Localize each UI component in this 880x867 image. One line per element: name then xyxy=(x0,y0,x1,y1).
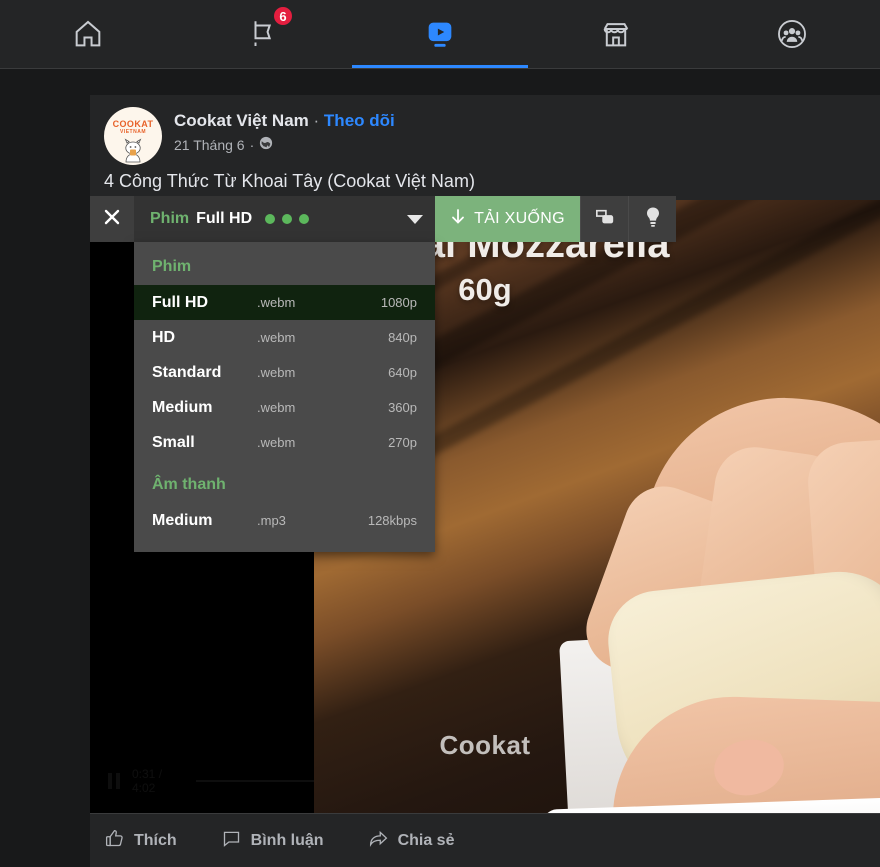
video-watermark: Cookat xyxy=(439,730,531,760)
post-meta: Cookat Việt Nam · Theo dõi 21 Tháng 6 · xyxy=(174,107,395,167)
feed-area: COOKAT VIETNAM Cookat Việt Nam · Theo dõ… xyxy=(0,69,880,867)
menu-item-value: 640p xyxy=(388,365,417,380)
post-text: 4 Công Thức Từ Khoai Tây (Cookat Việt Na… xyxy=(104,171,475,191)
menu-item-format: .webm xyxy=(257,435,296,450)
post-author-name[interactable]: Cookat Việt Nam xyxy=(174,111,309,130)
globe-icon xyxy=(259,134,273,156)
post-author-row: Cookat Việt Nam · Theo dõi xyxy=(174,110,395,132)
video-play-icon xyxy=(423,17,457,51)
pause-icon[interactable] xyxy=(108,773,120,789)
post-subline: 21 Tháng 6 · xyxy=(174,134,395,156)
menu-item-value: 1080p xyxy=(380,295,417,310)
menu-item-standard[interactable]: Standard .webm 640p xyxy=(134,355,435,390)
popup-window-button[interactable] xyxy=(580,196,628,242)
avatar[interactable]: COOKAT VIETNAM xyxy=(104,107,162,165)
downloader-toolbar: Phim Full HD TẢI XUỐNG xyxy=(90,196,676,242)
nav-tab-groups[interactable] xyxy=(704,0,880,68)
menu-item-format: .webm xyxy=(257,330,296,345)
quality-current-label: Full HD xyxy=(196,210,253,227)
close-icon xyxy=(102,207,122,232)
menu-item-medium-video[interactable]: Medium .webm 360p xyxy=(134,390,435,425)
menu-item-label: Small xyxy=(152,433,195,451)
author-separator: · xyxy=(313,111,320,130)
share-arrow-icon xyxy=(368,828,389,854)
avatar-brand-line2: VIETNAM xyxy=(120,129,146,135)
nav-tab-home[interactable] xyxy=(0,0,176,68)
menu-item-value: 128kbps xyxy=(367,513,417,528)
menu-item-hd[interactable]: HD .webm 840p xyxy=(134,320,435,355)
nav-tab-video[interactable] xyxy=(352,0,528,68)
menu-item-label: Standard xyxy=(152,363,222,381)
quality-dots-indicator xyxy=(265,214,310,224)
video-time: 0:31 / 4:02 xyxy=(132,767,163,795)
menu-item-format: .mp3 xyxy=(257,513,286,528)
menu-item-full-hd[interactable]: Full HD .webm 1080p xyxy=(134,285,435,320)
groups-icon xyxy=(775,17,809,51)
menu-group-video: Phim xyxy=(152,258,192,275)
nav-tab-flag[interactable]: 6 xyxy=(176,0,352,68)
comment-icon xyxy=(221,828,242,854)
download-arrow-icon xyxy=(450,208,466,231)
quality-select[interactable]: Phim Full HD xyxy=(134,196,435,242)
menu-item-value: 840p xyxy=(388,330,417,345)
menu-item-label: Medium xyxy=(152,398,213,416)
notification-badge: 6 xyxy=(272,5,294,27)
subline-separator: · xyxy=(249,137,255,153)
lightbulb-icon xyxy=(644,206,662,233)
post-action-bar: Thích Bình luận Chia sẻ xyxy=(90,813,880,867)
top-navigation-bar: 6 xyxy=(0,0,880,69)
download-button[interactable]: TẢI XUỐNG xyxy=(435,196,580,242)
comment-label: Bình luận xyxy=(250,831,324,849)
share-label: Chia sẻ xyxy=(397,831,455,849)
popup-window-icon xyxy=(594,207,616,232)
quality-kind-label: Phim xyxy=(150,210,190,227)
share-button[interactable]: Chia sẻ xyxy=(368,828,455,854)
menu-item-format: .webm xyxy=(257,365,296,380)
cookat-cat-logo xyxy=(118,137,148,165)
like-button[interactable]: Thích xyxy=(104,828,177,854)
tips-button[interactable] xyxy=(628,196,676,242)
nav-tab-marketplace[interactable] xyxy=(528,0,704,68)
chevron-down-icon[interactable] xyxy=(407,214,423,224)
menu-item-label: Full HD xyxy=(152,293,208,311)
follow-link[interactable]: Theo dõi xyxy=(324,111,395,130)
thumbs-up-icon xyxy=(104,828,125,854)
menu-item-format: .webm xyxy=(257,295,296,310)
post-date[interactable]: 21 Tháng 6 xyxy=(174,134,245,156)
storefront-icon xyxy=(599,17,633,51)
avatar-brand-line1: COOKAT xyxy=(112,119,154,129)
comment-button[interactable]: Bình luận xyxy=(221,828,324,854)
menu-item-format: .webm xyxy=(257,400,296,415)
post-header: COOKAT VIETNAM Cookat Việt Nam · Theo dõ… xyxy=(90,95,880,167)
quality-dropdown-menu: Phim Full HD .webm 1080p HD .webm 840p S… xyxy=(134,242,435,552)
menu-item-value: 360p xyxy=(388,400,417,415)
home-icon xyxy=(71,17,105,51)
download-label: TẢI XUỐNG xyxy=(474,210,565,227)
menu-item-label: HD xyxy=(152,328,176,346)
menu-item-value: 270p xyxy=(388,435,417,450)
video-progress-bar[interactable] xyxy=(195,780,314,782)
video-controls[interactable]: 0:31 / 4:02 xyxy=(108,767,314,795)
menu-item-label: Medium xyxy=(152,511,213,529)
menu-group-audio: Âm thanh xyxy=(152,476,226,493)
like-label: Thích xyxy=(134,831,177,849)
menu-item-medium-audio[interactable]: Medium .mp3 128kbps xyxy=(134,503,435,538)
downloader-close-button[interactable] xyxy=(90,196,134,242)
menu-item-small[interactable]: Small .webm 270p xyxy=(134,425,435,460)
